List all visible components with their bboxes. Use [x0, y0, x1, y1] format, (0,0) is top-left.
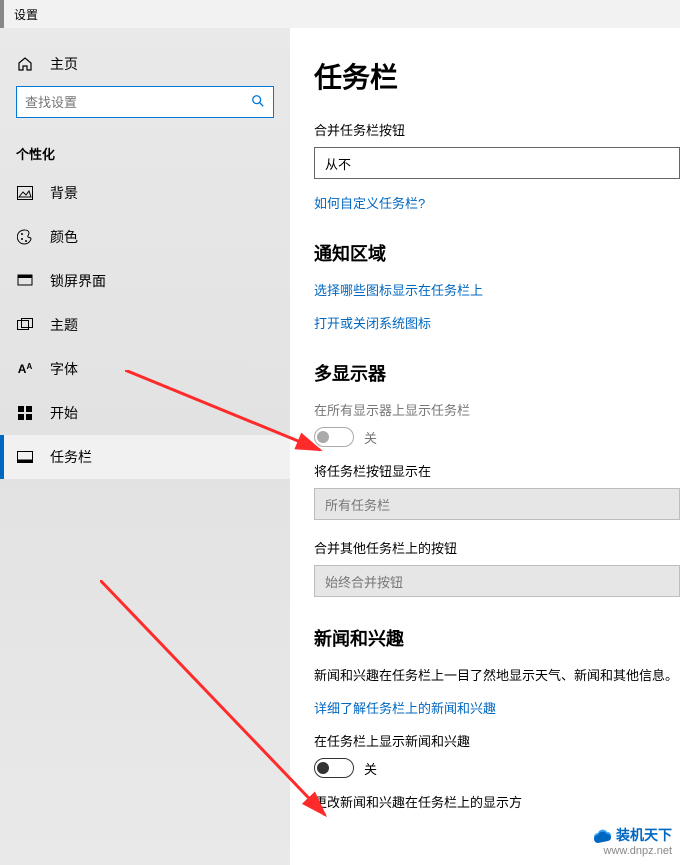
sidebar-item-label: 颜色: [50, 227, 78, 247]
sidebar-item-label: 字体: [50, 359, 78, 379]
sidebar-item-taskbar[interactable]: 任务栏: [0, 435, 290, 479]
image-icon: [16, 186, 34, 200]
multi-combine-other-dropdown[interactable]: 始终合并按钮: [314, 565, 680, 597]
search-box[interactable]: [16, 86, 274, 118]
theme-icon: [16, 318, 34, 332]
sidebar-item-label: 主题: [50, 315, 78, 335]
brand-name: 装机天下: [616, 825, 672, 845]
customize-link[interactable]: 如何自定义任务栏?: [314, 193, 680, 212]
font-icon: AA: [16, 362, 34, 376]
page-title: 任务栏: [314, 56, 680, 96]
combine-dropdown[interactable]: 从不: [314, 147, 680, 179]
sidebar-item-start[interactable]: 开始: [0, 391, 290, 435]
multi-show-buttons-label: 将任务栏按钮显示在: [314, 461, 680, 480]
sidebar-item-label: 锁屏界面: [50, 271, 106, 291]
home-nav[interactable]: 主页: [0, 42, 290, 86]
lockscreen-icon: [16, 274, 34, 288]
start-icon: [16, 406, 34, 420]
palette-icon: [16, 229, 34, 245]
multi-show-all-label: 在所有显示器上显示任务栏: [314, 400, 680, 419]
news-desc: 新闻和兴趣在任务栏上一目了然地显示天气、新闻和其他信息。: [314, 665, 680, 684]
window-title: 设置: [0, 0, 680, 28]
sidebar-item-label: 任务栏: [50, 447, 92, 467]
cloud-icon: [592, 827, 612, 843]
content-pane: 任务栏 合并任务栏按钮 从不 如何自定义任务栏? 通知区域 选择哪些图标显示在任…: [290, 28, 680, 865]
sidebar-item-label: 开始: [50, 403, 78, 423]
news-heading: 新闻和兴趣: [314, 625, 680, 651]
home-icon: [16, 56, 34, 72]
multi-show-buttons-dropdown[interactable]: 所有任务栏: [314, 488, 680, 520]
search-input[interactable]: [25, 95, 251, 110]
news-learn-link[interactable]: 详细了解任务栏上的新闻和兴趣: [314, 698, 680, 717]
sidebar-item-lockscreen[interactable]: 锁屏界面: [0, 259, 290, 303]
multi-combine-other-label: 合并其他任务栏上的按钮: [314, 538, 680, 557]
multi-show-all-toggle[interactable]: [314, 427, 354, 447]
brand-url: www.dnpz.net: [604, 845, 672, 857]
sidebar-item-colors[interactable]: 颜色: [0, 215, 290, 259]
news-change-label: 更改新闻和兴趣在任务栏上的显示方: [314, 792, 680, 811]
watermark: 装机天下 www.dnpz.net: [592, 825, 672, 857]
multi-heading: 多显示器: [314, 360, 680, 386]
sidebar-item-label: 背景: [50, 183, 78, 203]
section-personalization: 个性化: [0, 132, 290, 171]
notify-heading: 通知区域: [314, 240, 680, 266]
toggle-state-label: 关: [364, 759, 377, 778]
notify-icons-link[interactable]: 选择哪些图标显示在任务栏上: [314, 280, 680, 299]
search-icon: [251, 94, 265, 111]
home-label: 主页: [50, 54, 78, 74]
taskbar-icon: [16, 451, 34, 463]
news-show-toggle[interactable]: [314, 758, 354, 778]
sidebar: 主页 个性化 背景 颜色 锁屏界面: [0, 28, 290, 865]
toggle-state-label: 关: [364, 428, 377, 447]
sidebar-item-fonts[interactable]: AA 字体: [0, 347, 290, 391]
sidebar-item-background[interactable]: 背景: [0, 171, 290, 215]
news-show-label: 在任务栏上显示新闻和兴趣: [314, 731, 680, 750]
combine-label: 合并任务栏按钮: [314, 120, 680, 139]
sidebar-item-themes[interactable]: 主题: [0, 303, 290, 347]
notify-system-icons-link[interactable]: 打开或关闭系统图标: [314, 313, 680, 332]
